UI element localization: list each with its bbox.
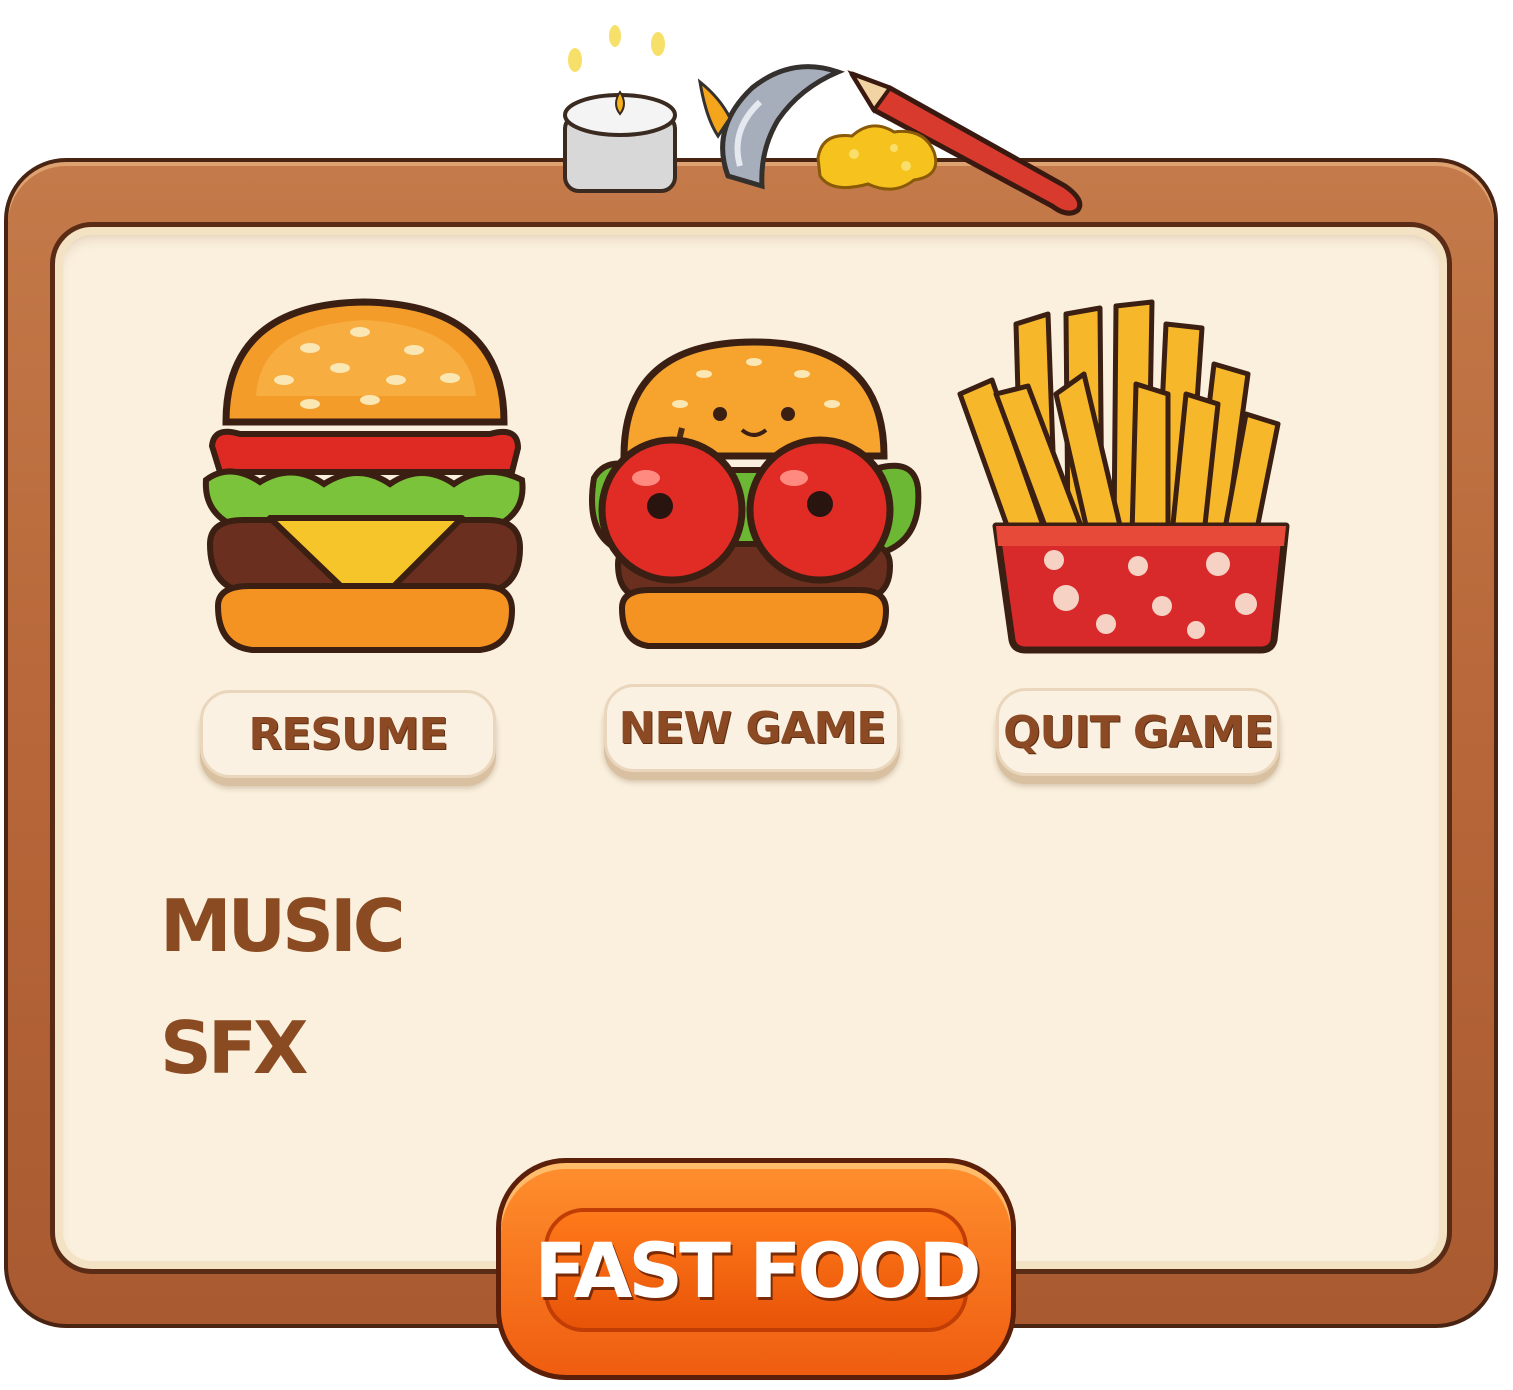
music-label: MUSIC	[160, 884, 406, 968]
resume-button[interactable]: RESUME	[200, 690, 496, 778]
quit-game-button[interactable]: QUIT GAME	[996, 688, 1280, 776]
candle-icon	[563, 25, 677, 193]
cheese-icon	[816, 124, 938, 191]
game-title: FAST FOOD	[534, 1225, 981, 1315]
sfx-label: SFX	[160, 1006, 309, 1090]
new-game-button[interactable]: NEW GAME	[604, 684, 900, 772]
french-fries-icon	[957, 299, 1290, 654]
cherry-burger-icon	[589, 338, 922, 649]
cheeseburger-icon	[202, 298, 526, 653]
